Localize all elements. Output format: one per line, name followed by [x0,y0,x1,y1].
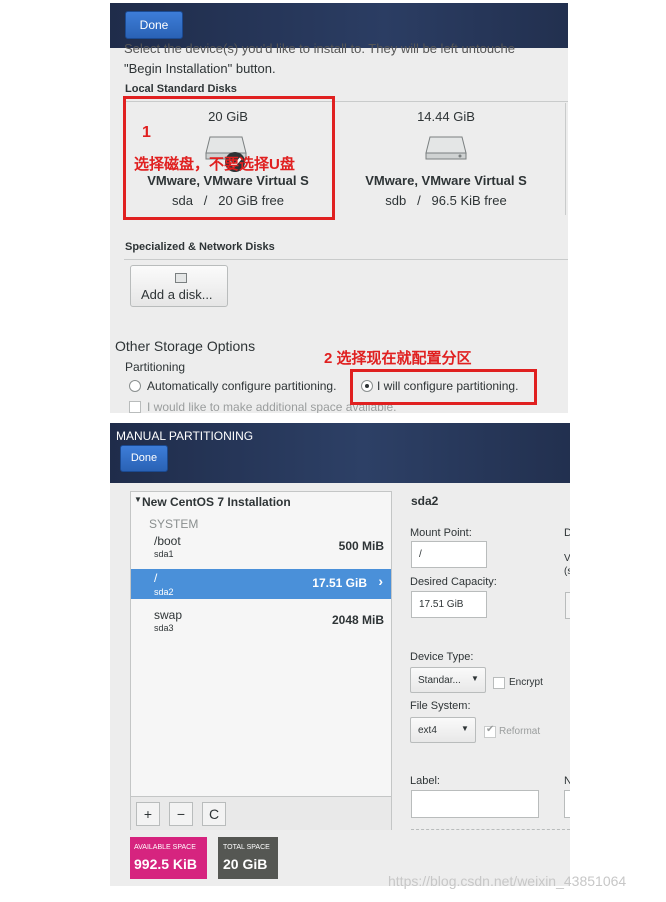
auto-partition-label[interactable]: Automatically configure partitioning. [147,379,336,393]
encrypt-checkbox[interactable] [493,677,505,689]
total-space-value: 20 GiB [223,856,268,872]
remove-partition-button[interactable]: − [169,802,193,826]
installation-title[interactable]: New CentOS 7 Installation [142,495,291,509]
device-type-label: Device Type: [410,651,474,663]
divider [411,829,570,830]
reformat-checkbox[interactable]: ✔ [484,724,496,738]
device-title: sda2 [411,494,439,508]
dropdown-arrow-icon: ▼ [461,724,469,733]
disk-info: sdb / 96.5 KiB free [385,193,507,208]
cut-label-d: D [564,527,570,539]
mount-point: / [154,571,158,585]
label-input[interactable] [411,790,539,818]
watermark: https://blog.csdn.net/weixin_43851064 [388,873,627,889]
available-space-caption: AVAILABLE SPACE [134,844,196,851]
label-label: Label: [410,775,440,787]
system-group-label: SYSTEM [149,517,199,531]
total-space-box: TOTAL SPACE 20 GiB [218,837,278,879]
partitioning-title: Partitioning [125,360,186,374]
mount-point: /boot [154,534,181,548]
cut-label-n: N [564,775,570,787]
device-type-value: Standar... [418,675,461,686]
partition-size: 2048 MiB [331,613,384,627]
cut-label-v: V [564,553,570,564]
partition-row-boot[interactable]: /boot sda1 500 MiB [131,532,391,560]
mount-point-input[interactable]: / [411,541,487,568]
local-disks-title: Local Standard Disks [125,83,237,95]
mount-point-label: Mount Point: [410,527,472,539]
specialized-disks-title: Specialized & Network Disks [125,241,275,253]
modify-button-clipped[interactable] [565,592,570,619]
device-name: sda1 [154,549,174,559]
annotation-1-text: 选择磁盘，不要选择U盘 [134,156,295,173]
name-input-clipped[interactable] [564,790,570,818]
desired-capacity-input[interactable]: 17.51 GiB [411,591,487,618]
available-space-box: AVAILABLE SPACE 992.5 KiB [130,837,207,879]
partition-list: ▼ New CentOS 7 Installation SYSTEM /boot… [130,491,392,830]
done-button[interactable]: Done [120,445,168,472]
page-title: MANUAL PARTITIONING [116,429,254,443]
disk-small-icon [175,273,187,283]
partition-row-swap[interactable]: swap sda3 2048 MiB [131,606,391,634]
annotation-box-partition [350,369,537,405]
annotation-1-number: 1 [142,124,151,141]
partition-toolbar: + − C [131,796,391,830]
extra-space-checkbox[interactable] [129,401,141,413]
file-system-value: ext4 [418,725,437,736]
add-disk-button[interactable]: Add a disk... [130,265,228,307]
file-system-label: File System: [410,700,471,712]
desired-capacity-label: Desired Capacity: [410,576,497,588]
hard-disk-icon [425,136,467,160]
annotation-2-text: 2 选择现在就配置分区 [324,350,472,367]
dropdown-arrow-icon: ▼ [471,674,479,683]
auto-partition-radio[interactable] [129,380,141,392]
check-icon: ✔ [486,724,495,735]
partition-size: 17.51 GiB [312,576,367,590]
manual-partitioning-panel: MANUAL PARTITIONING Done ▼ New CentOS 7 … [110,423,570,886]
divider [124,259,568,260]
other-storage-title: Other Storage Options [115,338,256,354]
installation-destination-panel: Done Select the device(s) you'd like to … [110,3,568,413]
total-space-caption: TOTAL SPACE [223,844,270,851]
refresh-icon[interactable]: C [202,802,226,826]
mount-point: swap [154,608,183,622]
intro-text-line1: Select the device(s) you'd like to insta… [124,41,516,56]
add-partition-button[interactable]: + [136,802,160,826]
reformat-label[interactable]: Reformat [499,726,540,737]
collapse-arrow-icon[interactable]: ▼ [134,495,142,504]
divider [565,103,566,215]
chevron-right-icon: › [378,573,383,589]
disk-sdb[interactable]: 14.44 GiB VMware, VMware Virtual S sdb /… [344,103,548,215]
disk-name: VMware, VMware Virtual S [365,173,527,188]
encrypt-label[interactable]: Encrypt [509,677,543,688]
device-name: sda2 [154,587,174,597]
device-name: sda3 [154,623,174,633]
disk-size: 14.44 GiB [417,109,475,124]
partition-size: 500 MiB [338,539,384,553]
intro-text-line2: "Begin Installation" button. [124,61,276,76]
available-space-value: 992.5 KiB [134,856,198,872]
device-type-select[interactable]: Standar... ▼ [410,667,486,693]
done-button[interactable]: Done [125,11,183,39]
file-system-select[interactable]: ext4 ▼ [410,717,476,743]
add-disk-label: Add a disk... [141,287,213,302]
cut-label-s: (s [564,566,570,577]
partition-row-root[interactable]: / sda2 17.51 GiB › [131,569,391,599]
